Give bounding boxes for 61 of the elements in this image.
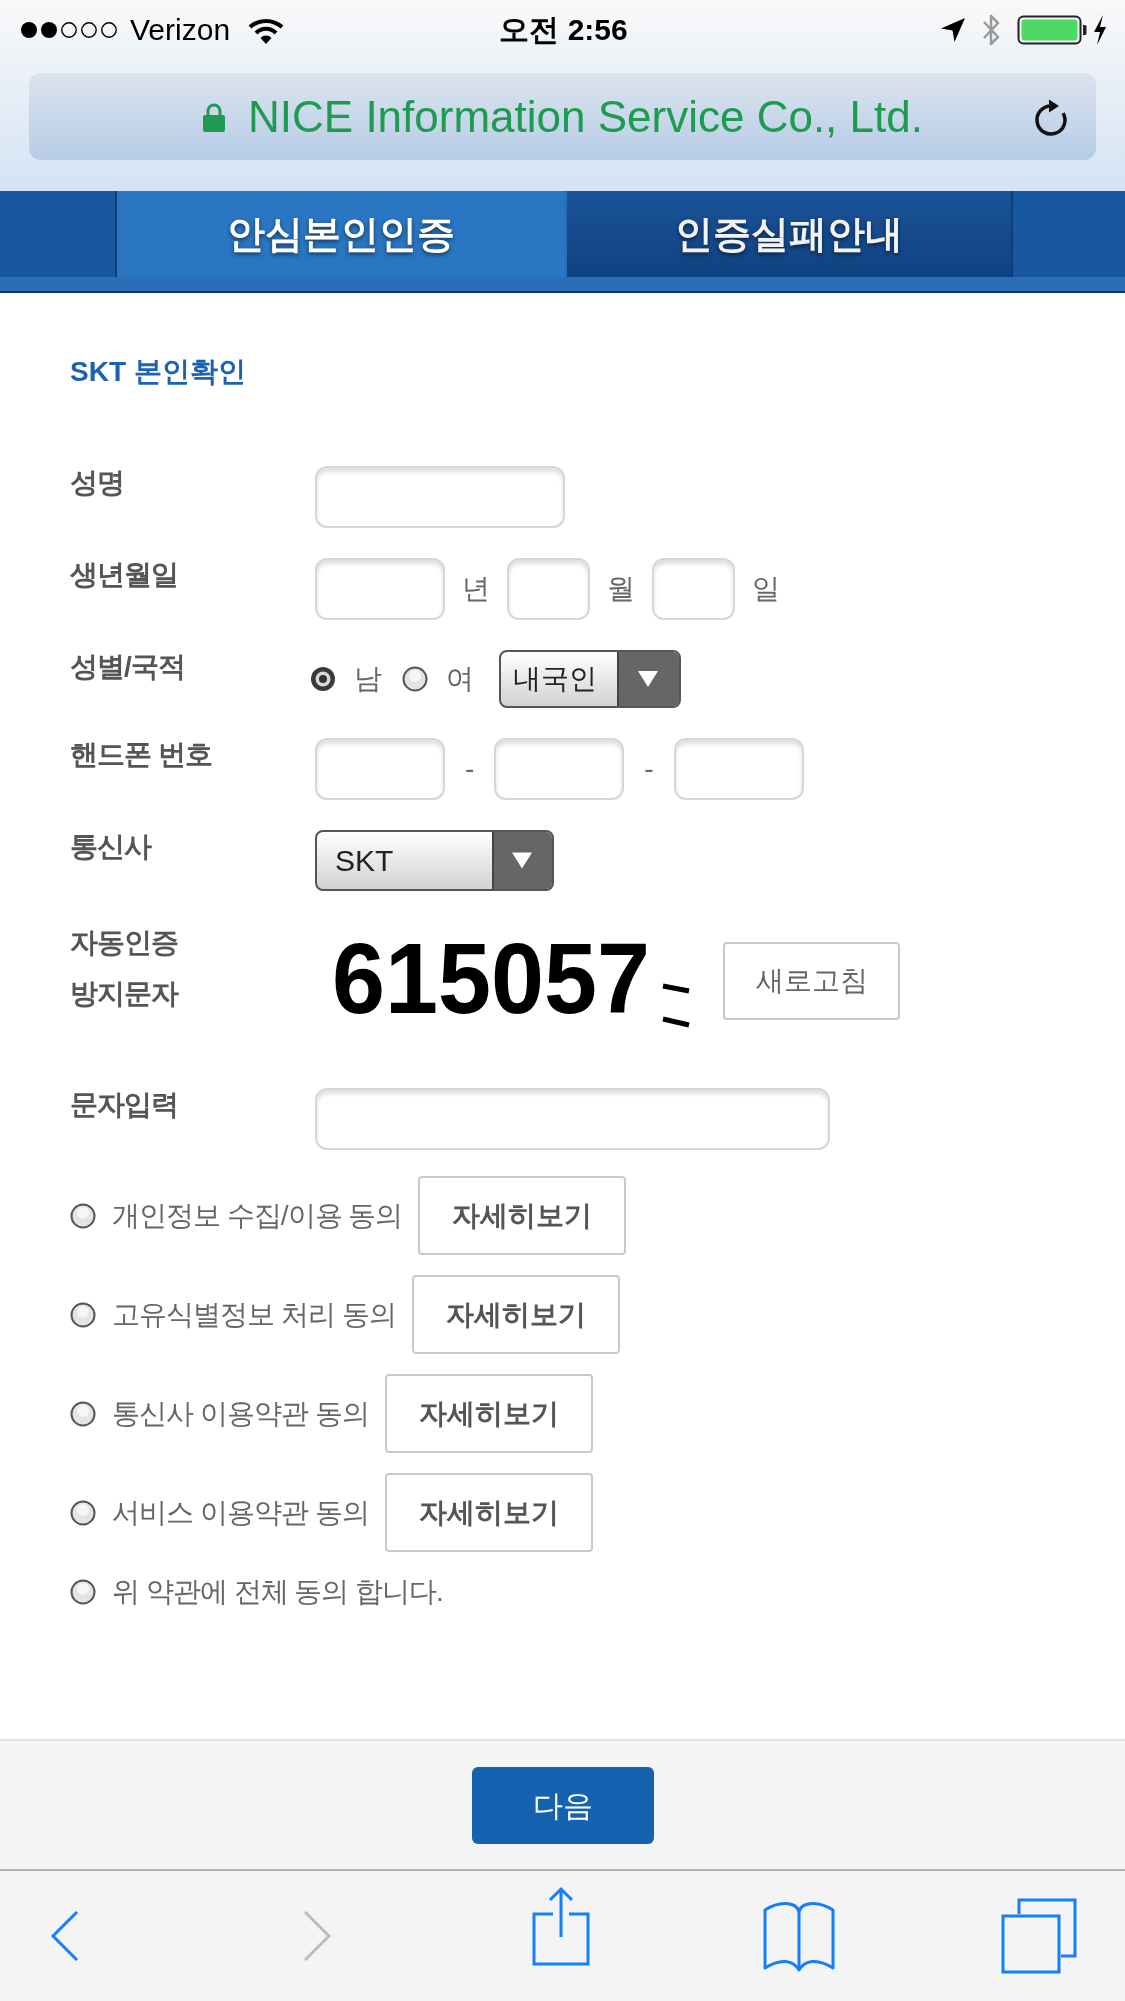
field-label: 문자입력 — [70, 1088, 178, 1122]
charging-bolt-icon — [1093, 15, 1107, 45]
field-label: 성별/국적 — [70, 650, 185, 684]
phone-input[interactable] — [494, 738, 625, 800]
radio-button[interactable] — [70, 1499, 96, 1526]
field-label: 자동인증 방지문자 — [70, 926, 180, 1011]
caret-icon — [492, 832, 552, 889]
back-icon[interactable] — [50, 1910, 80, 1962]
tabs-icon[interactable] — [1001, 1898, 1077, 1974]
date-unit-label: 월 — [607, 572, 635, 606]
caret-icon — [617, 652, 679, 706]
date-unit-label: 년 — [462, 572, 490, 606]
signal-strength-icon — [20, 21, 120, 39]
carrier-select[interactable]: SKT — [315, 830, 554, 891]
field-label: 통신사 — [70, 830, 151, 864]
field-label: 성명 — [70, 466, 124, 500]
phone-separator: - — [644, 752, 654, 786]
details-button[interactable]: 자세히보기 — [411, 1275, 620, 1354]
tab[interactable]: 안심본인인증 — [115, 191, 565, 277]
text-input[interactable] — [315, 1088, 830, 1150]
share-icon[interactable] — [532, 1886, 590, 1966]
status-time: 오전 2:56 — [499, 12, 628, 48]
phone-input[interactable] — [673, 738, 804, 800]
site-identity: NICE Information Service Co., Ltd. — [248, 90, 923, 143]
radio-button[interactable] — [70, 1202, 96, 1229]
phone-input[interactable] — [315, 738, 445, 800]
agreement-label: 서비스 이용약관 동의 — [112, 1495, 369, 1530]
battery-icon — [1017, 15, 1087, 45]
radio-button[interactable] — [70, 1301, 96, 1328]
agreement-label: 통신사 이용약관 동의 — [112, 1396, 369, 1431]
phone-separator: - — [465, 752, 475, 786]
refresh-button[interactable]: 새로고침 — [723, 941, 900, 1020]
date-input[interactable] — [652, 558, 735, 620]
details-button[interactable]: 자세히보기 — [418, 1176, 627, 1255]
agreement-label: 개인정보 수집/이용 동의 — [112, 1198, 403, 1233]
wifi-icon — [248, 16, 285, 44]
date-input[interactable] — [507, 558, 590, 620]
tab[interactable]: 인증실패안내 — [565, 191, 1013, 277]
date-input[interactable] — [315, 558, 445, 620]
book-icon[interactable] — [761, 1900, 837, 1972]
date-unit-label: 일 — [752, 572, 780, 606]
agreement-label: 위 약관에 전체 동의 합니다. — [112, 1575, 443, 1609]
field-label: 핸드폰 번호 — [70, 738, 212, 772]
section-title: SKT 본인확인 — [70, 355, 246, 389]
option-label: 여 — [446, 662, 474, 696]
agreement-label: 고유식별정보 처리 동의 — [112, 1297, 396, 1332]
option-label: 남 — [354, 662, 382, 696]
details-button[interactable]: 자세히보기 — [384, 1473, 593, 1552]
radio-button[interactable] — [70, 1579, 96, 1605]
radio-button[interactable] — [70, 1400, 96, 1427]
radio-button[interactable] — [402, 666, 428, 692]
details-button[interactable]: 자세히보기 — [384, 1374, 593, 1453]
next-button[interactable]: 다음 — [471, 1766, 654, 1844]
radio-button[interactable] — [310, 666, 336, 692]
field-label: 생년월일 — [70, 558, 178, 592]
name-input[interactable] — [315, 466, 565, 528]
captcha-image: 615057 — [329, 931, 691, 1030]
carrier-name: Verizon — [130, 12, 231, 48]
nationality-select[interactable]: 내국인 — [499, 650, 681, 708]
location-arrow-icon — [941, 18, 965, 42]
bluetooth-icon — [981, 12, 1001, 48]
